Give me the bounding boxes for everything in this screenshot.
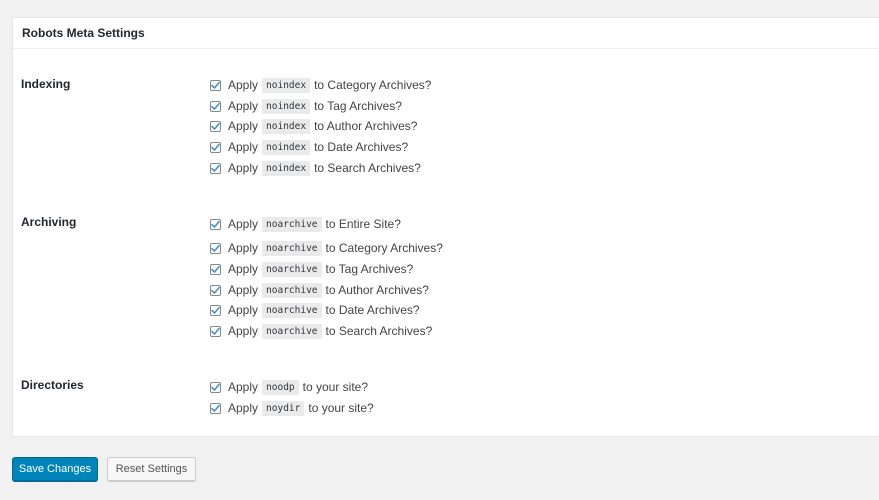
option-prefix: Apply <box>228 401 259 415</box>
option-prefix: Apply <box>228 262 259 276</box>
option-code: noindex <box>262 139 311 155</box>
option-suffix: to Entire Site? <box>325 217 401 231</box>
checkbox[interactable] <box>210 263 221 275</box>
checkmark-icon <box>211 220 220 228</box>
option-prefix: Apply <box>228 140 259 154</box>
section-title-archiving: Archiving <box>21 215 77 229</box>
checkbox[interactable] <box>210 141 221 153</box>
checkmark-icon <box>211 164 220 172</box>
option-suffix: to your site? <box>308 401 374 415</box>
reset-settings-button[interactable]: Reset Settings <box>107 457 196 481</box>
option-prefix: Apply <box>228 78 259 92</box>
noarchive-category-option[interactable]: Apply noarchive to Category Archives? <box>210 239 443 257</box>
checkbox[interactable] <box>210 162 221 174</box>
option-prefix: Apply <box>228 324 259 338</box>
option-prefix: Apply <box>228 217 259 231</box>
option-code: noarchive <box>262 282 322 298</box>
option-code: noodp <box>262 379 299 395</box>
noodp-option[interactable]: Apply noodp to your site? <box>210 378 368 396</box>
section-title-indexing: Indexing <box>21 77 71 91</box>
checkbox[interactable] <box>210 100 221 112</box>
checkbox[interactable] <box>210 304 221 316</box>
noindex-tag-option[interactable]: Apply noindex to Tag Archives? <box>210 97 402 115</box>
noindex-author-option[interactable]: Apply noindex to Author Archives? <box>210 117 417 135</box>
option-code: noindex <box>262 160 311 176</box>
option-code: noindex <box>262 77 311 93</box>
option-code: noydir <box>262 400 305 416</box>
option-code: noindex <box>262 118 311 134</box>
checkbox[interactable] <box>210 218 221 230</box>
checkbox[interactable] <box>210 284 221 296</box>
checkmark-icon <box>211 306 220 314</box>
noydir-option[interactable]: Apply noydir to your site? <box>210 399 374 417</box>
checkbox[interactable] <box>210 402 221 414</box>
checkmark-icon <box>211 286 220 294</box>
option-suffix: to Date Archives? <box>325 303 420 317</box>
noarchive-date-option[interactable]: Apply noarchive to Date Archives? <box>210 301 420 319</box>
option-suffix: to Tag Archives? <box>314 99 402 113</box>
noindex-category-option[interactable]: Apply noindex to Category Archives? <box>210 76 431 94</box>
checkmark-icon <box>211 81 220 89</box>
settings-panel: Robots Meta Settings Indexing Apply noin… <box>12 17 879 437</box>
checkbox[interactable] <box>210 79 221 91</box>
option-suffix: to your site? <box>302 380 369 394</box>
option-code: noarchive <box>262 261 322 277</box>
checkmark-icon <box>211 404 220 412</box>
option-code: noarchive <box>262 240 322 256</box>
noarchive-author-option[interactable]: Apply noarchive to Author Archives? <box>210 281 429 299</box>
checkmark-icon <box>211 383 220 391</box>
option-prefix: Apply <box>228 303 259 317</box>
checkbox[interactable] <box>210 120 221 132</box>
option-prefix: Apply <box>228 99 259 113</box>
option-suffix: to Tag Archives? <box>325 262 414 276</box>
noindex-search-option[interactable]: Apply noindex to Search Archives? <box>210 159 421 177</box>
checkmark-icon <box>211 122 220 130</box>
option-prefix: Apply <box>228 119 259 133</box>
option-suffix: to Date Archives? <box>314 140 409 154</box>
noarchive-search-option[interactable]: Apply noarchive to Search Archives? <box>210 322 432 340</box>
option-code: noarchive <box>262 216 322 232</box>
checkbox[interactable] <box>210 242 221 254</box>
checkmark-icon <box>211 327 220 335</box>
option-prefix: Apply <box>228 283 259 297</box>
option-prefix: Apply <box>228 161 259 175</box>
option-suffix: to Author Archives? <box>314 119 418 133</box>
checkbox[interactable] <box>210 325 221 337</box>
option-code: noarchive <box>262 323 322 339</box>
panel-title: Robots Meta Settings <box>13 18 879 49</box>
checkbox[interactable] <box>210 381 221 393</box>
noarchive-site-option[interactable]: Apply noarchive to Entire Site? <box>210 215 401 233</box>
section-title-directories: Directories <box>21 378 84 392</box>
option-code: noarchive <box>262 302 322 318</box>
option-suffix: to Search Archives? <box>325 324 433 338</box>
option-prefix: Apply <box>228 241 259 255</box>
noarchive-tag-option[interactable]: Apply noarchive to Tag Archives? <box>210 260 413 278</box>
option-suffix: to Search Archives? <box>314 161 421 175</box>
noindex-date-option[interactable]: Apply noindex to Date Archives? <box>210 138 408 156</box>
option-suffix: to Author Archives? <box>325 283 429 297</box>
checkmark-icon <box>211 102 220 110</box>
save-changes-button[interactable]: Save Changes <box>12 457 98 481</box>
option-prefix: Apply <box>228 380 259 394</box>
checkmark-icon <box>211 265 220 273</box>
checkmark-icon <box>211 244 220 252</box>
option-suffix: to Category Archives? <box>314 78 432 92</box>
checkmark-icon <box>211 143 220 151</box>
option-code: noindex <box>262 98 311 114</box>
option-suffix: to Category Archives? <box>325 241 443 255</box>
